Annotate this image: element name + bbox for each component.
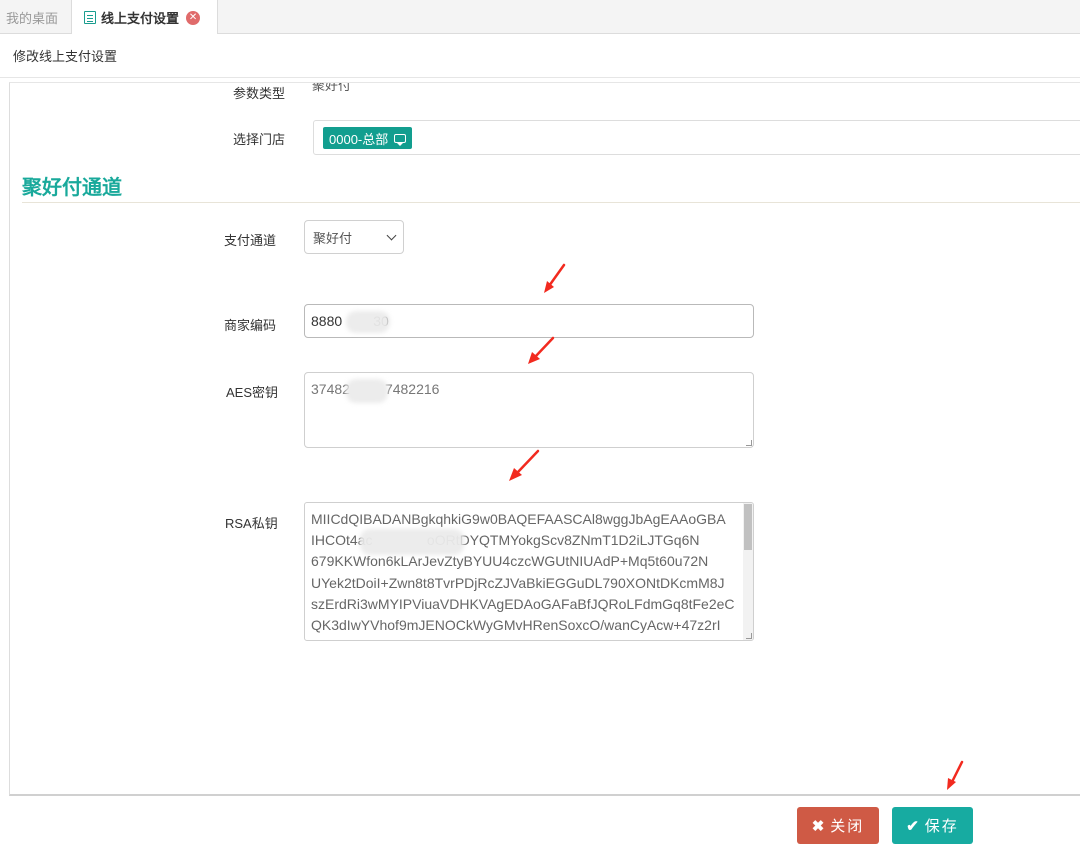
resize-grip-icon[interactable]	[746, 633, 752, 639]
save-button[interactable]: ✔ 保存	[892, 807, 973, 844]
store-tag-label: 0000-总部	[329, 131, 389, 147]
check-icon: ✔	[906, 817, 921, 835]
channel-select[interactable]: 聚好付	[304, 220, 404, 254]
scrollbar[interactable]	[743, 503, 753, 640]
chat-icon	[394, 133, 407, 146]
page-header: 修改线上支付设置	[0, 34, 1080, 78]
store-selector[interactable]: 0000-总部	[313, 120, 1080, 155]
arrow-annotation-icon	[544, 263, 566, 293]
chevron-down-icon	[386, 230, 397, 240]
tab-label: 线上支付设置	[101, 11, 180, 26]
tab-online-payment-settings[interactable]: 线上支付设置 ✕	[72, 0, 218, 35]
blur-mask	[346, 379, 388, 403]
form-panel: 参数类型 聚好付 选择门店 0000-总部 聚好付通道 支付通道 聚好付 商家编…	[9, 82, 1080, 796]
scrollbar-thumb[interactable]	[744, 504, 752, 550]
close-button-label: 关闭	[830, 818, 865, 835]
section-title: 聚好付通道	[22, 177, 122, 199]
aes-key-label: AES密钥	[226, 385, 279, 400]
rsa-line: QK3dIwYVhof9mJENOCkWyGMvHRenSoxcO/wanCyA…	[311, 617, 721, 634]
close-button[interactable]: ✖ 关闭	[797, 807, 879, 844]
blur-mask	[346, 311, 390, 333]
section-divider	[22, 202, 1080, 203]
rsa-key-textarea[interactable]: MIICdQIBADANBgkqhkiG9w0BAQEFAASCAl8wggJb…	[304, 502, 754, 641]
resize-grip-icon[interactable]	[746, 440, 752, 446]
param-type-value: 聚好付	[312, 82, 352, 93]
rsa-key-label: RSA私钥	[225, 516, 278, 531]
arrow-annotation-icon	[528, 336, 555, 364]
close-circle-icon[interactable]: ✕	[186, 10, 201, 25]
rsa-line: szErdRi3wMYIPViuaVDHKVAgEDAoGAFaBfJQRoLF…	[311, 595, 735, 612]
channel-label: 支付通道	[224, 233, 277, 248]
blur-mask	[360, 529, 464, 555]
page-title: 修改线上支付设置	[13, 49, 118, 64]
x-icon: ✖	[811, 817, 827, 835]
save-button-label: 保存	[924, 818, 959, 835]
arrow-annotation-icon	[947, 760, 964, 790]
param-type-label: 参数类型	[233, 86, 286, 101]
store-tag[interactable]: 0000-总部	[323, 127, 413, 149]
arrow-annotation-icon	[509, 449, 540, 481]
store-label: 选择门店	[233, 132, 286, 147]
tab-bar: 我的桌面 线上支付设置 ✕	[0, 0, 1080, 35]
tab-label: 我的桌面	[6, 10, 59, 26]
merchant-code-label: 商家编码	[224, 318, 277, 333]
rsa-line: MIICdQIBADANBgkqhkiG9w0BAQEFAASCAl8wggJb…	[311, 511, 726, 527]
tab-my-desktop[interactable]: 我的桌面	[0, 0, 72, 34]
document-icon	[84, 11, 96, 24]
rsa-line: UYek2tDoiI+Zwn8t8TvrPDjRcZJVaBkiEGGuDL79…	[311, 574, 725, 591]
channel-select-value: 聚好付	[313, 230, 353, 246]
